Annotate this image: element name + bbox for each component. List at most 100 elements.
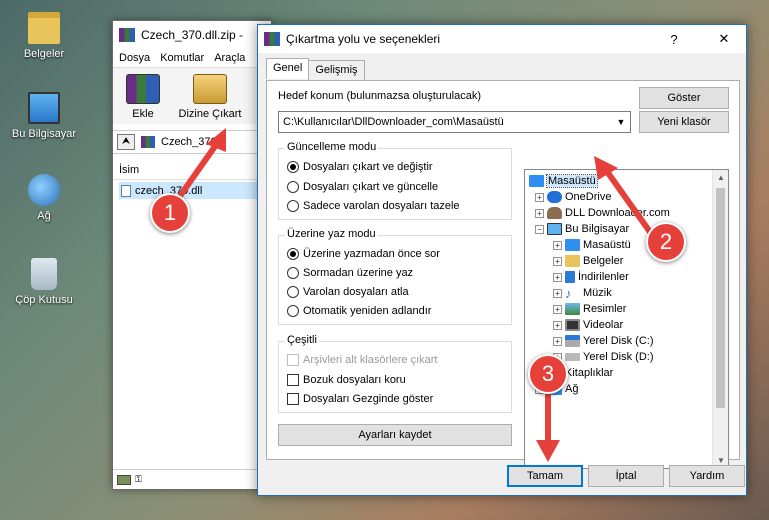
tree-node-label: Yerel Disk (C:) <box>583 335 654 347</box>
tree-node-user[interactable]: + DLL Downloader.com <box>535 205 670 221</box>
expand-plus-icon[interactable]: + <box>535 208 544 218</box>
misc-option-show-in-explorer[interactable]: Dosyaları Gezginde göster <box>287 393 433 405</box>
tree-node-pictures[interactable]: + Resimler <box>553 301 626 317</box>
overwrite-option-ask[interactable]: Üzerine yazmadan önce sor <box>287 248 440 260</box>
overwrite-option-without-prompt[interactable]: Sormadan üzerine yaz <box>287 267 413 279</box>
destination-combo[interactable]: C:\Kullanıcılar\DllDownloader_com\Masaüs… <box>278 111 631 133</box>
tree-node-label: Resimler <box>583 303 627 315</box>
radio-button[interactable] <box>287 286 299 298</box>
add-button[interactable]: Ekle <box>117 72 169 120</box>
winrar-icon <box>119 27 135 42</box>
collapse-minus-icon[interactable]: − <box>535 224 544 234</box>
menu-tools[interactable]: Araçla <box>214 52 245 64</box>
tree-node-this-pc[interactable]: − Bu Bilgisayar <box>535 221 629 237</box>
expand-plus-icon[interactable]: + <box>553 240 562 250</box>
checkbox[interactable] <box>287 393 299 405</box>
archive-books-icon <box>126 74 160 104</box>
scroll-down-icon[interactable]: ▼ <box>713 456 728 465</box>
radio-button[interactable] <box>287 305 299 317</box>
expand-plus-icon[interactable]: + <box>553 304 562 314</box>
desktop-icon-recycle-bin[interactable]: Çöp Kutusu <box>6 258 82 306</box>
tree-node-label: Kitaplıklar <box>565 367 614 379</box>
general-tab-panel: Hedef konum (bulunmazsa oluşturulacak) C… <box>266 80 740 469</box>
desktop-icon-documents[interactable]: Belgeler <box>6 12 82 60</box>
help-button[interactable]: Yardım <box>669 465 745 487</box>
dialog-titlebar[interactable]: Çıkartma yolu ve seçenekleri ? ✕ <box>258 25 746 53</box>
save-settings-button[interactable]: Ayarları kaydet <box>278 424 512 446</box>
destination-label: Hedef konum (bulunmazsa oluşturulacak) <box>278 90 481 102</box>
scroll-thumb[interactable] <box>716 188 725 408</box>
update-option-extract-update[interactable]: Dosyaları çıkart ve güncelle <box>287 181 438 193</box>
expand-plus-icon[interactable]: + <box>553 320 562 330</box>
up-folder-button[interactable]: ⮝ <box>117 134 135 150</box>
close-button[interactable]: ✕ <box>702 31 746 47</box>
overwrite-mode-group: Üzerine yaz modu Üzerine yazmadan önce s… <box>278 228 512 325</box>
desktop-icon-this-pc[interactable]: Bu Bilgisayar <box>6 92 82 140</box>
tree-node-disk-d[interactable]: + Yerel Disk (D:) <box>553 349 654 365</box>
add-button-label: Ekle <box>132 108 154 120</box>
expand-plus-icon[interactable]: + <box>553 288 562 298</box>
tree-node-documents[interactable]: + Belgeler <box>553 253 623 269</box>
tree-node-pc-desktop[interactable]: + Masaüstü <box>553 237 631 253</box>
overwrite-option-rename[interactable]: Otomatik yeniden adlandır <box>287 305 431 317</box>
radio-button[interactable] <box>287 200 299 212</box>
radio-button[interactable] <box>287 248 299 260</box>
desktop-icon-label: Ağ <box>37 210 51 222</box>
winrar-title: Czech_370.dll.zip - <box>141 27 244 42</box>
tree-node-label: Videolar <box>583 319 624 331</box>
winrar-window: Czech_370.dll.zip - Dosya Komutlar Araçl… <box>112 20 272 490</box>
expand-plus-icon[interactable]: + <box>553 272 562 282</box>
file-list-item[interactable]: czech_370.dll <box>119 182 271 199</box>
winrar-titlebar[interactable]: Czech_370.dll.zip - <box>113 21 271 48</box>
new-folder-button[interactable]: Yeni klasör <box>639 111 729 133</box>
user-icon <box>547 207 562 219</box>
misc-option-subfolders[interactable]: Arşivleri alt klasörlere çıkart <box>287 354 437 366</box>
tree-node-downloads[interactable]: + İndirilenler <box>553 269 629 285</box>
update-option-freshen[interactable]: Sadece varolan dosyaları tazele <box>287 200 460 212</box>
tab-advanced[interactable]: Gelişmiş <box>308 60 365 81</box>
expand-plus-icon[interactable]: + <box>535 192 544 202</box>
desktop-icon-label: Belgeler <box>23 48 65 60</box>
radio-button[interactable] <box>287 161 299 173</box>
column-header-name[interactable]: İsim <box>113 160 271 180</box>
overwrite-option-skip[interactable]: Varolan dosyaları atla <box>287 286 409 298</box>
scroll-up-icon[interactable]: ▲ <box>713 173 728 182</box>
show-button[interactable]: Göster <box>639 87 729 109</box>
tree-node-label: Yerel Disk (D:) <box>583 351 654 363</box>
ok-button[interactable]: Tamam <box>507 465 583 487</box>
dll-file-icon <box>121 184 131 197</box>
desktop-icon-label: Bu Bilgisayar <box>11 128 77 140</box>
tree-node-videos[interactable]: + Videolar <box>553 317 623 333</box>
tree-node-label: Belgeler <box>583 255 624 267</box>
tree-node-disk-c[interactable]: + Yerel Disk (C:) <box>553 333 654 349</box>
folder-tree[interactable]: Masaüstü + OneDrive + DLL Downloader.com… <box>524 169 729 469</box>
tree-node-music[interactable]: + ♪ Müzik <box>553 285 612 301</box>
checkbox[interactable] <box>287 374 299 386</box>
tree-scrollbar[interactable]: ▲ ▼ <box>712 170 728 468</box>
desktop-icon-label: Çöp Kutusu <box>15 294 73 306</box>
film-icon <box>565 319 580 331</box>
cancel-button[interactable]: İptal <box>588 465 664 487</box>
misc-option-keep-broken[interactable]: Bozuk dosyaları koru <box>287 374 406 386</box>
checkbox[interactable] <box>287 354 299 366</box>
radio-button[interactable] <box>287 181 299 193</box>
folder-icon <box>28 12 60 44</box>
extract-to-button[interactable]: Dizine Çıkart <box>175 72 245 120</box>
option-label: Sormadan üzerine yaz <box>303 267 414 279</box>
option-label: Dosyaları çıkart ve güncelle <box>303 181 439 193</box>
help-title-button[interactable]: ? <box>652 32 696 47</box>
option-label: Sadece varolan dosyaları tazele <box>303 200 460 212</box>
menu-file[interactable]: Dosya <box>119 52 150 64</box>
update-option-extract-replace[interactable]: Dosyaları çıkart ve değiştir <box>287 161 433 173</box>
tree-node-desktop[interactable]: Masaüstü <box>529 173 598 189</box>
tree-node-onedrive[interactable]: + OneDrive <box>535 189 611 205</box>
extract-icon <box>193 74 227 104</box>
chevron-down-icon[interactable]: ▼ <box>612 117 630 127</box>
desktop-folder-icon <box>529 175 544 187</box>
desktop-icon-network[interactable]: Ağ <box>6 174 82 222</box>
expand-plus-icon[interactable]: + <box>553 336 562 346</box>
expand-plus-icon[interactable]: + <box>553 256 562 266</box>
menu-commands[interactable]: Komutlar <box>160 52 204 64</box>
tab-general[interactable]: Genel <box>266 58 310 79</box>
radio-button[interactable] <box>287 267 299 279</box>
